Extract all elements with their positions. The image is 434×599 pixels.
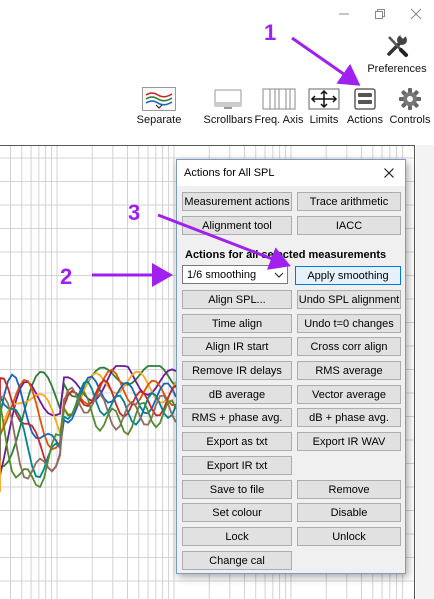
controls-label: Controls (389, 114, 431, 126)
actions-dialog: Actions for All SPL Measurement actions … (176, 159, 406, 574)
export-ir-txt-button[interactable]: Export IR txt (182, 456, 292, 475)
actions-icon (348, 87, 382, 111)
dialog-title: Actions for All SPL (184, 167, 275, 179)
measurement-actions-button[interactable]: Measurement actions (182, 192, 292, 211)
window-controls (326, 0, 434, 28)
section-label: Actions for all selected measurements (185, 249, 387, 261)
save-to-file-button[interactable]: Save to file (182, 480, 292, 499)
export-as-txt-button[interactable]: Export as txt (182, 432, 292, 451)
rms-phase-avg-button[interactable]: RMS + phase avg. (182, 408, 292, 427)
preferences-button[interactable]: Preferences (367, 30, 427, 75)
time-align-button[interactable]: Time align (182, 314, 292, 333)
scrollbars-label: Scrollbars (203, 114, 253, 126)
disable-button[interactable]: Disable (297, 503, 401, 522)
limits-button[interactable]: Limits (306, 87, 342, 126)
lock-button[interactable]: Lock (182, 527, 292, 546)
close-window-button[interactable] (398, 0, 434, 28)
limits-label: Limits (309, 114, 339, 126)
gear-icon (393, 87, 427, 111)
remove-button[interactable]: Remove (297, 480, 401, 499)
freq-axis-button[interactable]: Freq. Axis (255, 87, 303, 126)
scrollbars-button[interactable]: Scrollbars (203, 87, 253, 126)
limits-arrows-icon (307, 87, 341, 111)
align-spl-button[interactable]: Align SPL... (182, 290, 292, 309)
separate-traces-icon (142, 87, 176, 111)
restore-icon (375, 9, 385, 19)
minimize-icon (339, 13, 349, 15)
dialog-title-bar[interactable]: Actions for All SPL (177, 160, 405, 186)
freq-axis-icon (262, 87, 296, 111)
annotation-number-2: 2 (60, 264, 73, 289)
arrow-1 (291, 36, 361, 86)
close-icon (410, 8, 422, 20)
freq-axis-label: Freq. Axis (254, 114, 304, 126)
dialog-close-button[interactable] (377, 162, 401, 184)
alignment-tool-button[interactable]: Alignment tool (182, 216, 292, 235)
preferences-label: Preferences (367, 63, 427, 75)
annotation-number-3: 3 (128, 200, 141, 225)
vertical-scrollbar[interactable] (416, 145, 434, 599)
separate-label: Separate (136, 114, 182, 126)
actions-button[interactable]: Actions (345, 87, 385, 126)
smoothing-select-value: 1/6 smoothing (187, 268, 257, 281)
remove-ir-delays-button[interactable]: Remove IR delays (182, 361, 292, 380)
close-icon (384, 168, 394, 178)
smoothing-select[interactable]: 1/6 smoothing (182, 265, 288, 284)
iacc-button[interactable]: IACC (297, 216, 401, 235)
db-phase-avg-button[interactable]: dB + phase avg. (297, 408, 401, 427)
separate-button[interactable]: Separate (136, 87, 182, 126)
actions-label: Actions (346, 114, 384, 126)
measurement-trace (0, 370, 177, 492)
scrollbars-icon (211, 87, 245, 111)
cross-corr-align-button[interactable]: Cross corr align (297, 337, 401, 356)
set-colour-button[interactable]: Set colour (182, 503, 292, 522)
undo-spl-alignment-button[interactable]: Undo SPL alignment (297, 290, 401, 309)
align-ir-start-button[interactable]: Align IR start (182, 337, 292, 356)
measurement-trace (0, 380, 177, 479)
rms-average-button[interactable]: RMS average (297, 361, 401, 380)
trace-arithmetic-button[interactable]: Trace arithmetic (297, 192, 401, 211)
undo-t0-changes-button[interactable]: Undo t=0 changes (297, 314, 401, 333)
apply-smoothing-button[interactable]: Apply smoothing (295, 266, 401, 285)
chevron-down-icon (274, 272, 284, 278)
measurement-trace (0, 377, 177, 473)
restore-button[interactable] (362, 0, 398, 28)
unlock-button[interactable]: Unlock (297, 527, 401, 546)
vector-average-button[interactable]: Vector average (297, 385, 401, 404)
db-average-button[interactable]: dB average (182, 385, 292, 404)
controls-button[interactable]: Controls (388, 87, 432, 126)
export-ir-wav-button[interactable]: Export IR WAV (297, 432, 401, 451)
minimize-button[interactable] (326, 0, 362, 28)
change-cal-button[interactable]: Change cal (182, 551, 292, 570)
wrench-screwdriver-icon (381, 30, 413, 60)
annotation-number-1: 1 (264, 20, 277, 45)
